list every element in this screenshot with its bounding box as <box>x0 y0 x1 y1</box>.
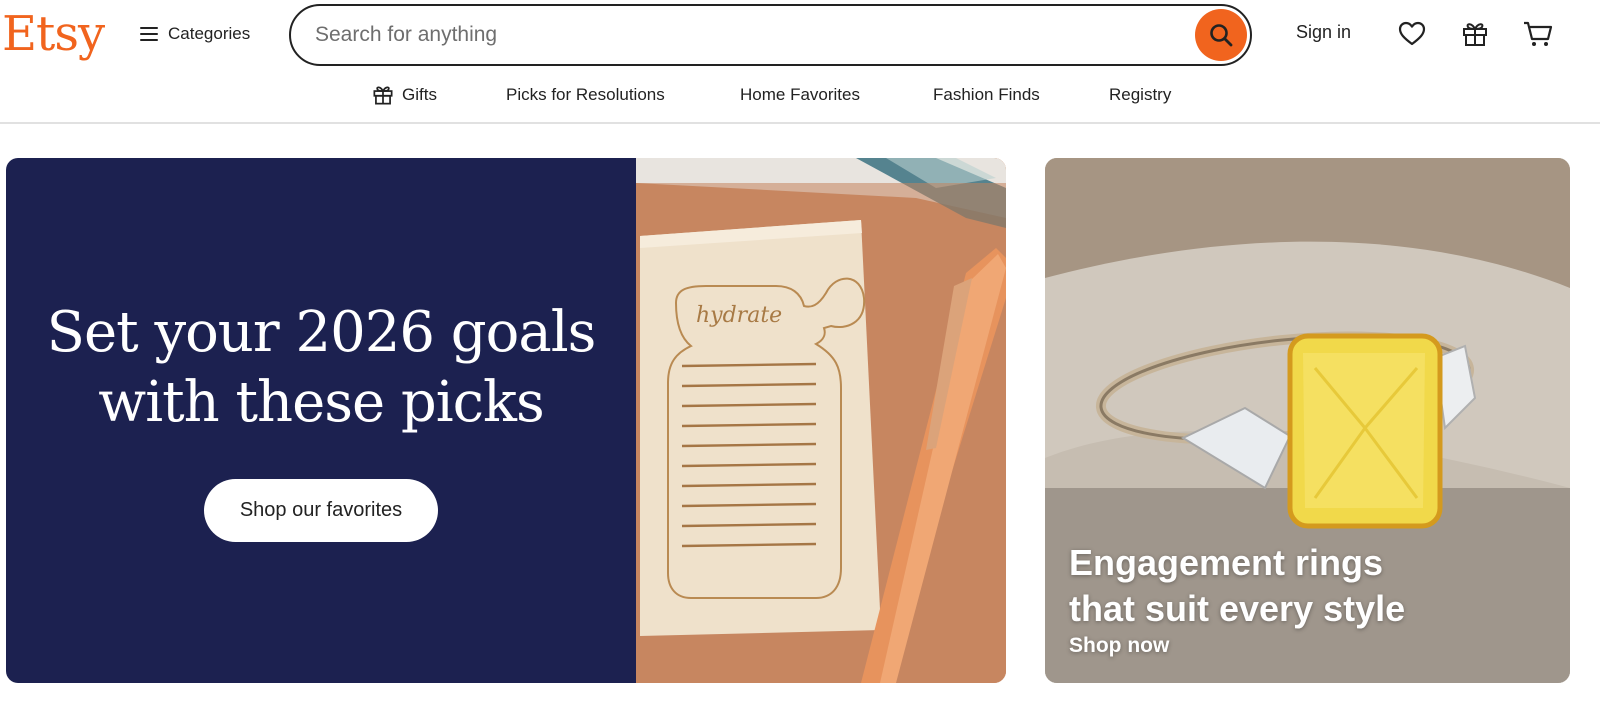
notepad-photo: hydrate <box>636 158 1006 683</box>
promo-title-line: Engagement rings <box>1069 542 1384 583</box>
search-input[interactable] <box>315 23 1195 47</box>
hero-text-panel: Set your 2026 goals with these picks Sho… <box>6 158 636 683</box>
promo-title-line: that suit every style <box>1069 588 1406 629</box>
subnav-label: Gifts <box>402 85 437 104</box>
sign-in-link[interactable]: Sign in <box>1296 22 1351 43</box>
subnav-label: Registry <box>1109 85 1172 104</box>
favorites-button[interactable] <box>1396 18 1428 50</box>
menu-icon <box>140 27 158 41</box>
gift-icon <box>1463 23 1487 46</box>
engagement-rings-card[interactable]: Engagement rings that suit every style S… <box>1045 158 1570 683</box>
hero-headline-line: Set your 2026 goals <box>46 300 597 365</box>
shop-now-link[interactable]: Shop now <box>1069 634 1169 658</box>
subnav-item-fashion-finds[interactable]: Fashion Finds <box>933 80 1040 110</box>
hero-headline: Set your 2026 goals with these picks <box>6 298 636 438</box>
subnav-item-resolutions[interactable]: Picks for Resolutions <box>506 80 665 110</box>
hero-headline-line: with these picks <box>98 370 544 435</box>
header-divider <box>0 122 1600 124</box>
subnav-label: Home Favorites <box>740 85 860 104</box>
subnav-item-home-favorites[interactable]: Home Favorites <box>740 80 860 110</box>
promo-title: Engagement rings that suit every style <box>1069 540 1549 632</box>
cart-icon <box>1524 21 1553 46</box>
subnav: Gifts Picks for Resolutions Home Favorit… <box>0 80 1600 110</box>
subnav-item-registry[interactable]: Registry <box>1109 80 1171 110</box>
categories-button[interactable]: Categories <box>140 20 250 48</box>
subnav-label: Picks for Resolutions <box>506 85 665 104</box>
gift-icon <box>373 86 393 105</box>
notepad-graphic: hydrate <box>640 220 881 636</box>
hydrate-text: hydrate <box>696 303 782 328</box>
search-bar <box>289 4 1252 66</box>
hero-image: hydrate <box>636 158 1006 683</box>
shop-favorites-button[interactable]: Shop our favorites <box>204 479 438 542</box>
search-icon <box>1210 24 1233 47</box>
heart-icon <box>1398 21 1426 46</box>
etsy-logo[interactable]: Etsy <box>2 4 105 64</box>
subnav-item-gifts[interactable]: Gifts <box>372 80 437 110</box>
categories-label: Categories <box>168 24 251 43</box>
search-button[interactable] <box>1195 9 1247 61</box>
subnav-label: Fashion Finds <box>933 85 1040 104</box>
gift-mode-button[interactable] <box>1459 18 1491 50</box>
hero-banner[interactable]: Set your 2026 goals with these picks Sho… <box>6 158 1006 683</box>
cart-button[interactable] <box>1522 18 1554 50</box>
